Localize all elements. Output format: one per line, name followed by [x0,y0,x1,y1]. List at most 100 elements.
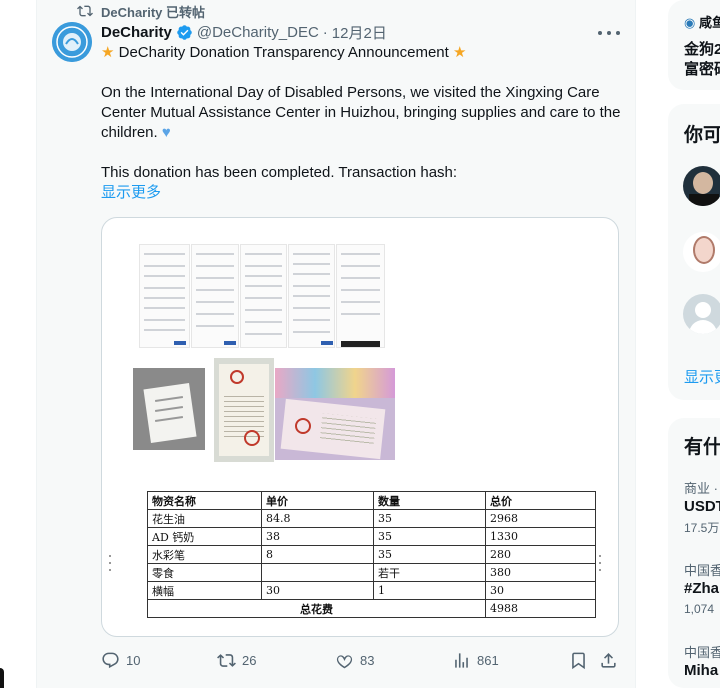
table-cell: 38 [261,527,374,546]
bookmark-icon [572,652,585,669]
tweet-header: DeCharity @DeCharity_DEC · 12月2日 [101,22,387,42]
analytics-icon [455,652,468,668]
table-cell [261,563,374,582]
author-handle[interactable]: @DeCharity_DEC [197,24,319,41]
table-cell: 35 [373,509,486,528]
drag-handle-icon [109,555,113,571]
receipt-screenshot [336,244,385,348]
repost-count: 26 [242,652,257,668]
heart-icon [336,654,353,668]
receipt-photo [133,368,205,450]
more-options-button[interactable] [598,24,620,42]
tweet-date[interactable]: 12月2日 [332,22,387,43]
table-cell: 280 [485,545,596,564]
tweet-paragraph-text: On the International Day of Disabled Per… [101,84,621,141]
suggested-user-avatar[interactable] [683,166,720,206]
tweet-actions: 10 26 83 861 [101,650,621,670]
repost-button[interactable]: 26 [217,650,256,670]
table-cell: 零食 [147,563,262,582]
show-more-link[interactable]: 显示更 [684,366,720,387]
news-source: ◉ 咸鱼 [684,12,720,31]
author-name[interactable]: DeCharity [101,24,172,41]
table-cell: 35 [373,527,486,546]
nav-edge [0,668,4,688]
invoice-photo [214,358,274,462]
tweet-paragraph: On the International Day of Disabled Per… [101,83,621,143]
tweet-title-line: ★ DeCharity Donation Transparency Announ… [101,43,621,63]
table-cell: 横幅 [147,581,262,600]
table-cell: AD 钙奶 [147,527,262,546]
show-more-link[interactable]: 显示更多 [101,183,161,203]
retweet-label: DeCharity 已转帖 [101,4,206,20]
trends-title: 有什 [684,437,720,458]
table-total-row: 总花费 4988 [147,599,596,618]
suggested-user-avatar[interactable] [683,294,720,334]
table-header-cell: 数量 [373,491,486,510]
table-cell: 1 [373,581,486,600]
like-count: 83 [360,652,375,668]
tweet-paragraph: This donation has been completed. Transa… [101,164,458,181]
table-row: 水彩笔 8 35 280 [147,545,596,564]
blue-heart-icon: ♥ [161,124,171,141]
more-dot [607,31,611,35]
trend-category: 商业 · [684,481,718,496]
verified-badge-icon [177,24,192,40]
share-button[interactable] [599,650,618,670]
table-cell: 30 [261,581,374,600]
suggested-user-avatar[interactable] [683,232,720,272]
drag-handle-icon [599,555,603,571]
media-image[interactable]: 物资名称 单价 数量 总价 花生油 84.8 35 2968 AD 钙奶 38 … [101,217,619,637]
star-icon: ★ [101,44,115,61]
who-to-follow-card: 你可 显示更 [668,104,720,400]
receipt-screenshot [139,244,190,348]
news-card[interactable]: ◉ 咸鱼 金狗2 富密码 [668,0,720,90]
table-cell: 若干 [373,563,486,582]
total-value: 4988 [485,599,596,618]
table-header-cell: 单价 [261,491,374,510]
table-row: 横幅 30 1 30 [147,581,596,600]
table-cell: 30 [485,581,596,600]
tweet-text: ★ DeCharity Donation Transparency Announ… [101,43,621,203]
author-avatar[interactable] [52,22,92,62]
trend-name[interactable]: #Zha [684,580,719,597]
more-dot [616,31,620,35]
news-headline-2: 富密码 [684,61,720,78]
receipt-screenshot [288,244,335,348]
trends-card: 有什 商业 · USDT 17.5万 中国香 #Zha 1,074 中国香 Mi… [668,418,720,688]
star-icon: ★ [453,44,467,61]
bookmark-button[interactable] [569,650,588,670]
trend-category: 中国香 [684,645,720,660]
news-source-label: 咸鱼 [698,15,720,30]
repost-icon [77,5,93,17]
table-row: 花生油 84.8 35 2968 [147,509,596,528]
table-header-cell: 物资名称 [147,491,262,510]
news-headline-1: 金狗2 [684,41,720,58]
table-cell: 35 [373,545,486,564]
table-row: AD 钙奶 38 35 1330 [147,527,596,546]
trend-name[interactable]: USDT [684,498,720,515]
retweet-indicator[interactable]: DeCharity 已转帖 [77,2,205,20]
like-button[interactable]: 83 [335,650,374,670]
trend-count: 17.5万 [684,521,720,535]
table-cell: 8 [261,545,374,564]
reply-button[interactable]: 10 [101,650,140,670]
table-row: 零食 若干 380 [147,563,596,582]
views-button[interactable]: 861 [452,650,499,670]
share-icon [601,652,616,668]
table-cell: 水彩笔 [147,545,262,564]
tweet-title: DeCharity Donation Transparency Announce… [118,44,449,61]
globe-icon: ◉ [684,15,696,30]
table-cell: 1330 [485,527,596,546]
table-header-cell: 总价 [485,491,596,510]
receipt-screenshot [240,244,287,348]
trend-name[interactable]: Miha [684,662,718,679]
more-dot [598,31,602,35]
right-sidebar: ◉ 咸鱼 金狗2 富密码 你可 显示更 有什 商业 · USDT 17.5万 中… [668,0,720,688]
table-cell: 花生油 [147,509,262,528]
table-cell: 2968 [485,509,596,528]
separator-dot: · [322,23,328,41]
view-count: 861 [477,652,499,668]
table-cell: 84.8 [261,509,374,528]
total-label: 总花费 [147,599,486,618]
who-to-follow-title: 你可 [684,125,720,146]
